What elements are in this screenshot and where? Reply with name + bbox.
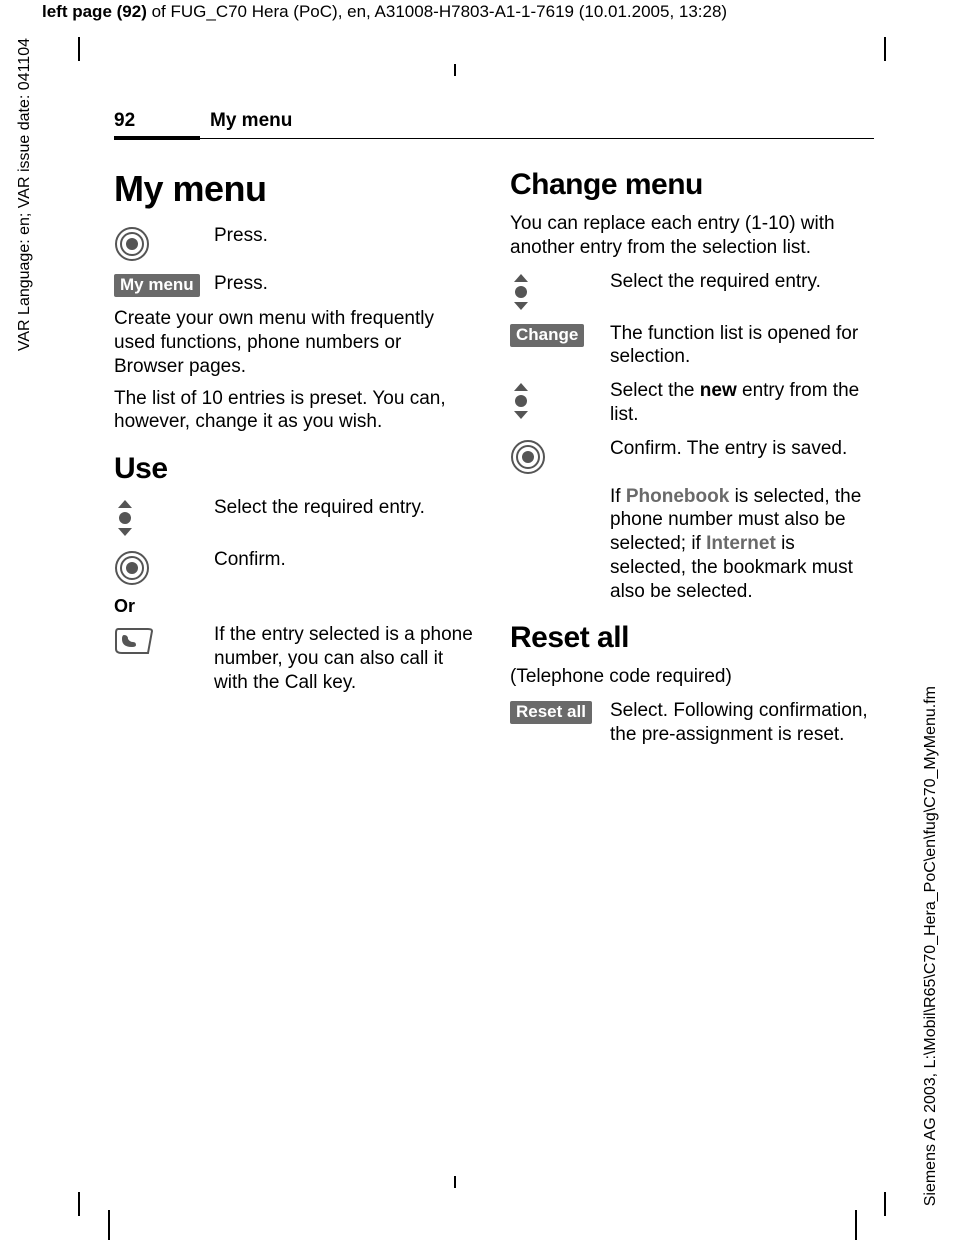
- list-note-text: The list of 10 entries is preset. You ca…: [114, 387, 474, 435]
- right-column: Change menu You can replace each entry (…: [510, 158, 870, 757]
- page-number: 92: [114, 110, 210, 132]
- side-right-text: Siemens AG 2003, L:\Mobil\R65\C70_Hera_P…: [922, 686, 940, 1206]
- use-select-text: Select the required entry.: [214, 496, 474, 520]
- page-title: My menu: [114, 168, 474, 210]
- change-heading: Change menu: [510, 168, 870, 202]
- change-confirm-text: Confirm. The entry is saved.: [610, 437, 870, 461]
- call-key-icon: [114, 623, 214, 657]
- use-confirm-text: Confirm.: [214, 548, 474, 572]
- top-meta: left page (92) of FUG_C70 Hera (PoC), en…: [42, 2, 727, 22]
- use-call-text: If the entry selected is a phone number,…: [214, 623, 474, 694]
- running-title: My menu: [210, 110, 292, 132]
- press-text-1: Press.: [214, 224, 474, 248]
- or-label: Or: [114, 596, 474, 617]
- joystick-updown-icon: [510, 379, 610, 421]
- left-column: My menu Press. My menu Press. Create you: [114, 158, 474, 757]
- softkey-change: Change: [510, 324, 584, 347]
- top-meta-rest: of FUG_C70 Hera (PoC), en, A31008-H7803-…: [147, 2, 727, 21]
- reset-heading: Reset all: [510, 621, 870, 655]
- joystick-updown-icon: [510, 270, 610, 312]
- softkey-reset-all: Reset all: [510, 701, 592, 724]
- joystick-updown-icon: [114, 496, 214, 538]
- change-select-text: Select the required entry.: [610, 270, 870, 294]
- change-intro: You can replace each entry (1-10) with a…: [510, 212, 870, 260]
- press-text-2: Press.: [214, 272, 474, 296]
- reset-sub: (Telephone code required): [510, 665, 870, 689]
- joystick-press-icon: [114, 224, 214, 262]
- softkey-my-menu: My menu: [114, 274, 200, 297]
- reset-text: Select. Following confirmation, the pre-…: [610, 699, 870, 747]
- joystick-press-icon: [510, 437, 610, 475]
- change-note-text: If Phonebook is selected, the phone numb…: [610, 485, 870, 604]
- running-head: 92 My menu: [114, 110, 874, 140]
- use-heading: Use: [114, 452, 474, 486]
- side-left-text: VAR Language: en; VAR issue date: 041104: [16, 38, 34, 351]
- intro-text: Create your own menu with frequently use…: [114, 307, 474, 378]
- change-new-text: Select the new entry from the list.: [610, 379, 870, 427]
- top-meta-bold: left page (92): [42, 2, 147, 21]
- joystick-press-icon: [114, 548, 214, 586]
- change-open-text: The function list is opened for selectio…: [610, 322, 870, 370]
